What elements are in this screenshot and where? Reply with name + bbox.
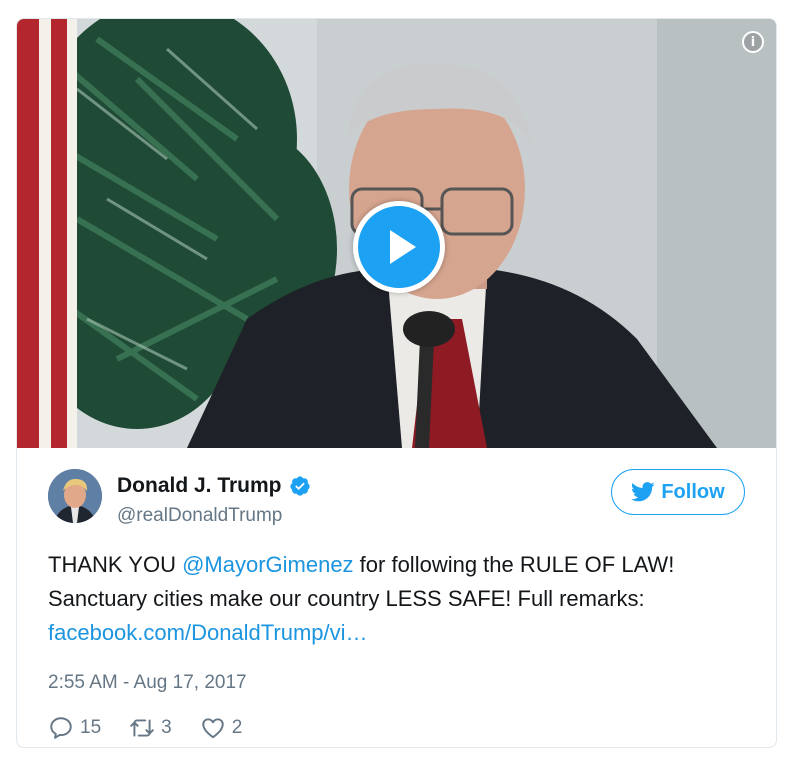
reply-count: 15 [80,717,102,738]
tweet-timestamp[interactable]: 2:55 AM - Aug 17, 2017 [48,672,247,694]
external-link[interactable]: facebook.com/DonaldTrump/vi… [48,620,368,645]
author-name[interactable]: Donald J. Trump [117,474,282,498]
video-player[interactable]: i [17,19,776,448]
tweet-text: THANK YOU @MayorGimenez for following th… [48,548,748,650]
reply-icon [50,717,72,739]
play-button[interactable] [353,201,445,293]
tweet-actions: 15 3 2 [48,715,270,741]
author-handle[interactable]: @realDonaldTrump [117,505,282,527]
reply-button[interactable]: 15 [48,715,101,741]
retweet-count: 3 [161,717,172,738]
play-icon [389,230,416,264]
like-count: 2 [231,717,243,738]
retweet-button[interactable]: 3 [129,715,172,741]
verified-badge-icon [289,476,310,496]
twitter-bird-icon [631,482,655,502]
follow-label: Follow [661,480,725,503]
avatar[interactable] [48,469,102,523]
mention-link[interactable]: @MayorGimenez [182,552,354,577]
tweet-text-intro: THANK YOU [48,552,183,577]
author-name-row[interactable]: Donald J. Trump [117,474,311,498]
heart-icon [201,718,224,739]
tweet-body: Donald J. Trump @realDonaldTrump Follow … [17,448,776,747]
like-button[interactable]: 2 [200,715,243,741]
follow-button[interactable]: Follow [611,469,745,515]
avatar-image [48,469,102,523]
info-icon[interactable]: i [742,31,764,53]
retweet-icon [130,719,154,737]
tweet-card: i Donald J. Trump @realDonaldTrump Follo… [16,18,777,748]
